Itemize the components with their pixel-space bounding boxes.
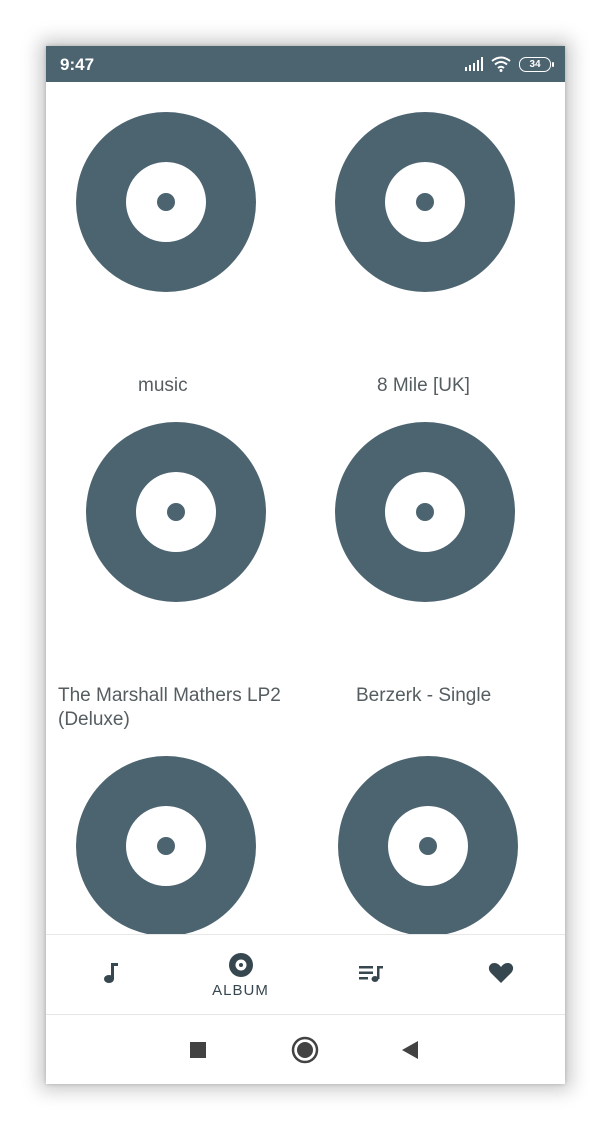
nav-songs[interactable]	[46, 935, 175, 1015]
album-title: Berzerk - Single	[356, 685, 492, 706]
album-title: The Marshall Mathers LP2 (Deluxe)	[58, 685, 281, 730]
signal-icon	[465, 57, 483, 71]
system-navigation-bar	[46, 1014, 565, 1084]
home-circle-icon	[291, 1036, 319, 1064]
status-bar: 9:47 34	[46, 46, 565, 82]
music-note-icon	[103, 963, 118, 983]
album-disc-icon	[335, 422, 515, 602]
home-button[interactable]	[275, 1015, 335, 1084]
heart-icon	[488, 963, 513, 983]
back-triangle-icon	[402, 1041, 418, 1059]
wifi-icon	[491, 56, 511, 72]
status-time: 9:47	[60, 55, 95, 74]
album-item[interactable]: music	[46, 82, 286, 396]
recents-square-icon	[190, 1042, 206, 1058]
status-icons: 34	[465, 55, 554, 73]
album-item[interactable]	[305, 726, 545, 934]
album-disc-icon	[76, 112, 256, 292]
phone-screen: 9:47 34 music 8 Mile [UK] The Marshall M…	[46, 46, 565, 1084]
nav-album[interactable]: ALBUM	[176, 935, 305, 1015]
nav-favorites[interactable]	[436, 935, 565, 1015]
album-disc-icon	[86, 422, 266, 602]
album-disc-icon	[335, 112, 515, 292]
album-item[interactable]: 8 Mile [UK]	[305, 82, 545, 396]
album-item[interactable]: Berzerk - Single	[305, 392, 545, 706]
back-button[interactable]	[380, 1015, 440, 1084]
album-grid[interactable]: music 8 Mile [UK] The Marshall Mathers L…	[46, 82, 565, 934]
playlist-icon	[358, 966, 383, 982]
album-item[interactable]	[46, 726, 286, 934]
recents-button[interactable]	[168, 1015, 228, 1084]
album-item[interactable]: The Marshall Mathers LP2 (Deluxe)	[46, 392, 286, 730]
nav-playlists[interactable]	[306, 935, 435, 1015]
album-disc-icon	[76, 756, 256, 934]
battery-icon: 34	[519, 56, 554, 72]
nav-album-label: ALBUM	[212, 981, 269, 999]
album-disc-icon	[228, 952, 253, 977]
bottom-navigation: ALBUM	[46, 934, 565, 1015]
album-disc-icon	[338, 756, 518, 934]
